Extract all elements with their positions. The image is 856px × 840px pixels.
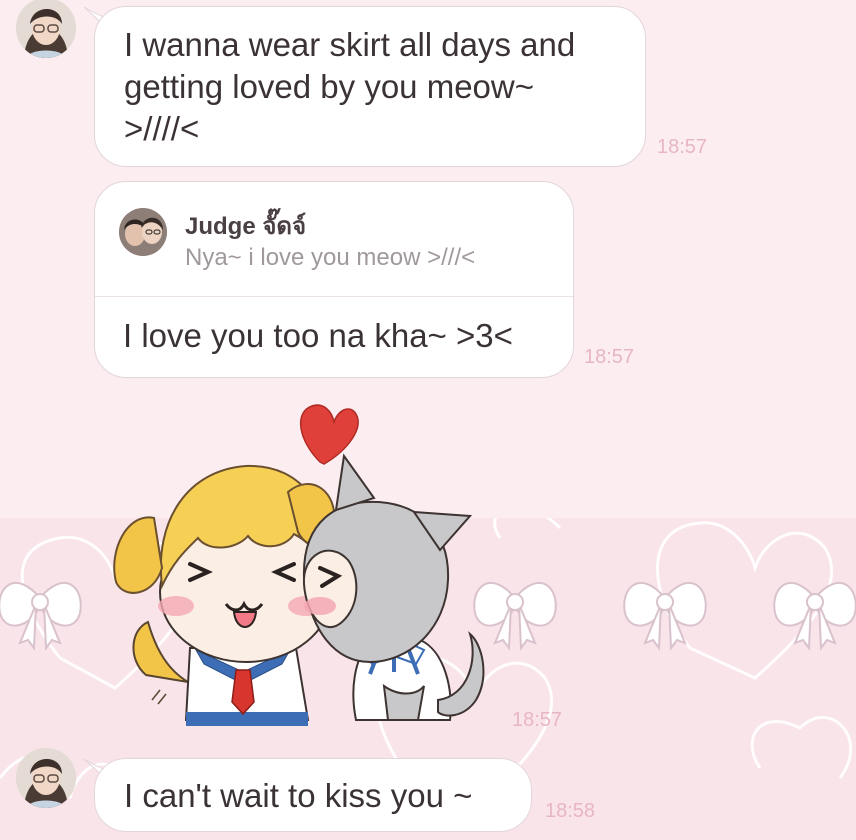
sender-avatar[interactable] xyxy=(16,0,76,58)
message-text-line: getting loved by you meow~ xyxy=(124,68,535,105)
reply-message-bubble[interactable]: Judge จั๊ดจ์ Nya~ i love you meow >///< … xyxy=(94,181,574,378)
message-timestamp: 18:57 xyxy=(512,709,563,731)
quoted-reply[interactable]: Judge จั๊ดจ์ Nya~ i love you meow >///< xyxy=(95,182,573,297)
person-photo-icon xyxy=(16,0,76,58)
person-photo-icon xyxy=(16,748,76,808)
sticker-image xyxy=(113,404,485,726)
dog-cat-kiss-sticker[interactable] xyxy=(98,400,498,740)
reply-sender-name: Judge จั๊ดจ์ xyxy=(185,213,307,240)
message-text: I can't wait to kiss you ~ xyxy=(124,777,473,814)
reply-quoted-text: Nya~ i love you meow >///< xyxy=(185,244,476,271)
reply-avatar xyxy=(119,208,167,256)
couple-photo-icon xyxy=(119,208,167,256)
message-text: I love you too na kha~ >3< xyxy=(123,317,513,354)
message-text-line: >////< xyxy=(124,110,200,147)
message-bubble[interactable]: I wanna wear skirt all days and getting … xyxy=(94,6,646,167)
sender-avatar[interactable] xyxy=(16,748,76,808)
message-bubble[interactable]: I can't wait to kiss you ~ xyxy=(94,758,532,832)
message-timestamp: 18:58 xyxy=(545,800,596,822)
message-text-line: I wanna wear skirt all days and xyxy=(124,26,576,63)
message-timestamp: 18:57 xyxy=(584,346,635,368)
message-timestamp: 18:57 xyxy=(657,136,708,158)
